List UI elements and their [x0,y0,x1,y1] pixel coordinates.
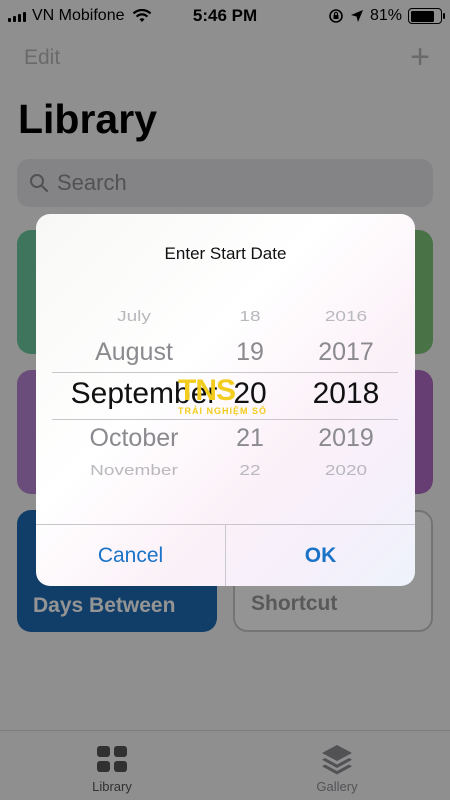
watermark-subtitle: TRẢI NGHIỆM SỐ [178,406,268,416]
picker-year-option[interactable]: 2019 [298,424,394,453]
picker-day-option[interactable]: 19 [222,338,278,367]
picker-year-selected[interactable]: 2018 [298,377,394,411]
cancel-button[interactable]: Cancel [36,525,225,586]
picker-month-option[interactable]: November [74,462,194,480]
dialog-title: Enter Start Date [164,244,287,263]
picker-year-option[interactable]: 2020 [298,462,394,480]
watermark-logo: TNS TRẢI NGHIỆM SỐ [178,376,274,422]
picker-day-option[interactable]: 18 [222,308,278,326]
picker-day-option[interactable]: 21 [222,424,278,453]
picker-month-option[interactable]: July [74,308,194,326]
picker-day-option[interactable]: 22 [222,462,278,480]
picker-month-option[interactable]: August [74,338,194,367]
picker-year-option[interactable]: 2017 [298,338,394,367]
watermark-logo-text: TNS [178,374,236,407]
picker-year-option[interactable]: 2016 [298,308,394,326]
ok-button[interactable]: OK [226,525,415,586]
picker-month-option[interactable]: October [74,424,194,453]
